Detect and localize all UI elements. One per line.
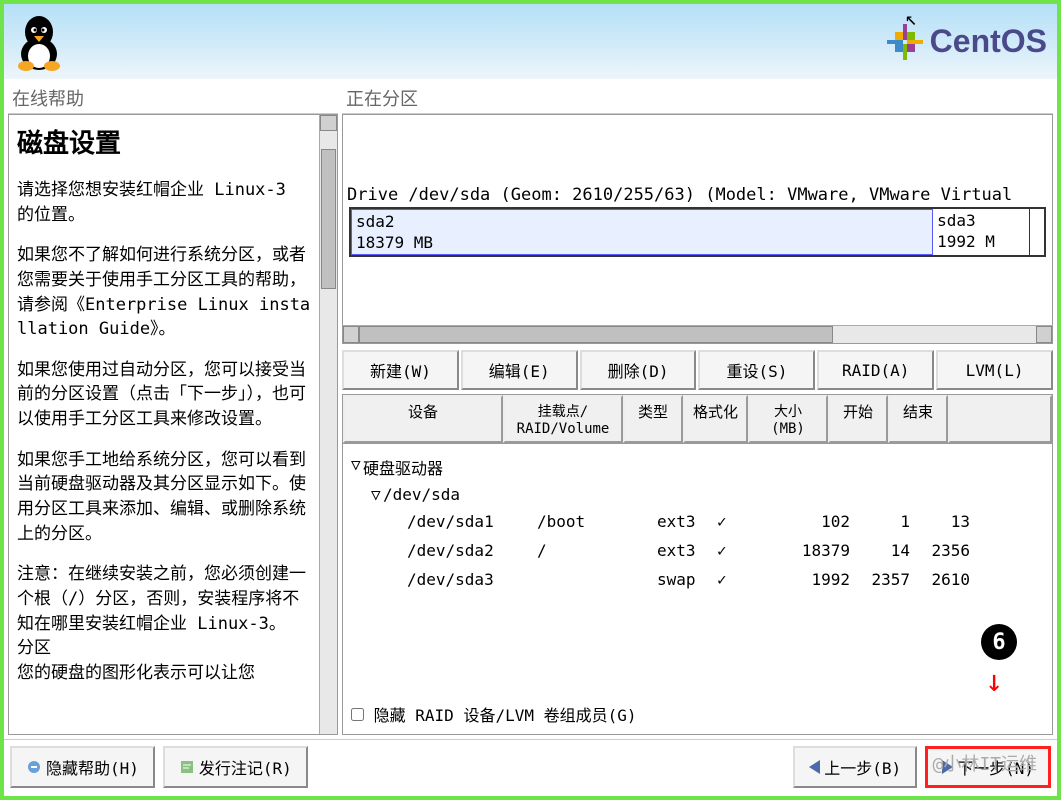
check-icon	[717, 570, 727, 589]
tree-root-row[interactable]: ▽ 硬盘驱动器	[351, 452, 1044, 482]
col-device[interactable]: 设备	[343, 395, 503, 443]
help-scrollbar[interactable]	[319, 115, 337, 734]
help-heading: 磁盘设置	[17, 123, 311, 160]
step-badge: 6	[981, 624, 1017, 660]
help-title: 在线帮助	[8, 83, 338, 114]
hide-raid-input[interactable]	[351, 708, 364, 721]
table-row[interactable]: /dev/sda1/bootext3102113	[351, 507, 1044, 536]
drive-info-line: Drive /dev/sda (Geom: 2610/255/63) (Mode…	[343, 115, 1052, 205]
disk-bar[interactable]: sda2 18379 MB sda3 1992 M	[349, 207, 1046, 257]
partition-pane: 正在分区 Drive /dev/sda (Geom: 2610/255/63) …	[342, 83, 1053, 735]
reset-button[interactable]: 重设(S)	[698, 350, 815, 390]
delete-button[interactable]: 删除(D)	[580, 350, 697, 390]
notes-icon	[179, 759, 195, 775]
title-bar: CentOS	[4, 4, 1057, 79]
raid-button[interactable]: RAID(A)	[817, 350, 934, 390]
col-mount[interactable]: 挂载点/ RAID/Volume	[503, 395, 623, 443]
check-icon	[717, 512, 727, 531]
brand-text: CentOS	[930, 23, 1047, 60]
table-row[interactable]: /dev/sda3swap199223572610	[351, 565, 1044, 594]
footer-bar: 隐藏帮助(H) 发行注记(R) 上一步(B) 下一步(N)	[4, 739, 1057, 794]
release-notes-button[interactable]: 发行注记(R)	[163, 746, 308, 788]
hide-raid-checkbox[interactable]: 隐藏 RAID 设备/LVM 卷组成员(G)	[351, 702, 637, 726]
col-end[interactable]: 结束	[888, 395, 948, 443]
check-icon	[717, 541, 727, 560]
lvm-button[interactable]: LVM(L)	[936, 350, 1053, 390]
partition-toolbar: 新建(W) 编辑(E) 删除(D) 重设(S) RAID(A) LVM(L)	[342, 350, 1053, 390]
col-start[interactable]: 开始	[828, 395, 888, 443]
disk-segment-sda3[interactable]: sda3 1992 M	[933, 209, 1030, 255]
disk-segment-sda2[interactable]: sda2 18379 MB	[351, 209, 933, 255]
partition-title: 正在分区	[342, 83, 1053, 114]
partition-table: 设备 挂载点/ RAID/Volume 类型 格式化 大小 (MB) 开始 结束…	[342, 394, 1053, 735]
chevron-down-icon[interactable]: ▽	[371, 485, 383, 504]
table-row[interactable]: /dev/sda2/ext318379142356	[351, 536, 1044, 565]
hide-icon	[26, 759, 42, 775]
help-para: 如果您使用过自动分区，您可以接受当前的分区设置（点击「下一步」），也可以使用手工…	[17, 358, 311, 432]
col-size[interactable]: 大小 (MB)	[748, 395, 828, 443]
help-para: 如果您不了解如何进行系统分区，或者您需要关于使用手工分区工具的帮助，请参阅《En…	[17, 243, 311, 342]
help-para: 请选择您想安装红帽企业 Linux-3 的位置。	[17, 178, 311, 227]
chevron-down-icon[interactable]: ▽	[351, 455, 363, 479]
watermark-text: @小林IT运维	[932, 750, 1037, 776]
back-button[interactable]: 上一步(B)	[793, 746, 917, 788]
help-para: 注意：在继续安装之前，您必须创建一个根（/）分区，否则，安装程序将不知在哪里安装…	[17, 562, 311, 685]
tree-disk-row[interactable]: ▽ /dev/sda	[351, 482, 1044, 507]
arrow-down-icon: ↓	[985, 664, 1003, 699]
disk-visualization: Drive /dev/sda (Geom: 2610/255/63) (Mode…	[342, 114, 1053, 344]
cursor-icon: ↖	[905, 6, 917, 30]
col-format[interactable]: 格式化	[683, 395, 748, 443]
hide-help-button[interactable]: 隐藏帮助(H)	[10, 746, 155, 788]
triangle-left-icon	[809, 760, 820, 774]
edit-button[interactable]: 编辑(E)	[461, 350, 578, 390]
help-para: 如果您手工地给系统分区，您可以看到当前硬盘驱动器及其分区显示如下。使用分区工具来…	[17, 448, 311, 547]
new-button[interactable]: 新建(W)	[342, 350, 459, 390]
table-header: 设备 挂载点/ RAID/Volume 类型 格式化 大小 (MB) 开始 结束	[343, 395, 1052, 444]
tux-logo-icon	[14, 12, 64, 72]
help-pane: 在线帮助 磁盘设置 请选择您想安装红帽企业 Linux-3 的位置。 如果您不了…	[8, 83, 338, 735]
disk-hscrollbar[interactable]	[343, 325, 1052, 343]
col-type[interactable]: 类型	[623, 395, 683, 443]
